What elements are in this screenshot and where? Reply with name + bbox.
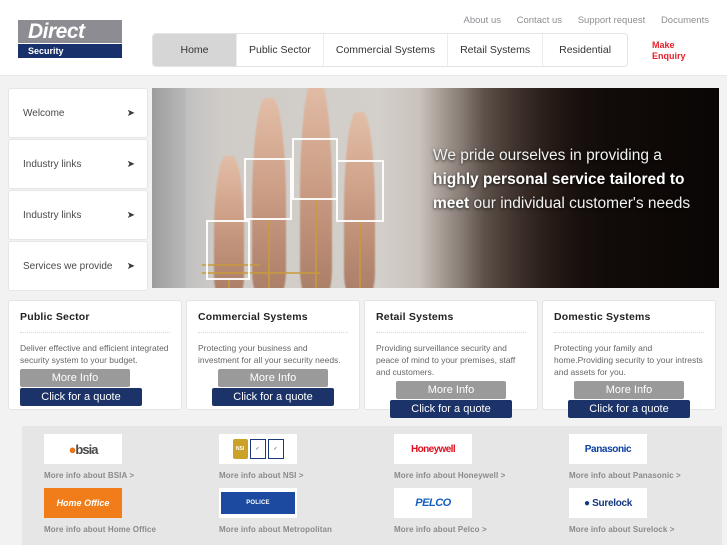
click-for-quote-button[interactable]: Click for a quote bbox=[20, 388, 142, 406]
partner-link-metropolitan[interactable]: More info about Metropolitan bbox=[219, 525, 372, 534]
home-office-logo[interactable]: Home Office bbox=[44, 488, 122, 518]
logo-primary-text: Direct bbox=[18, 20, 122, 43]
partners-row-2: Home Office More info about Home Office … bbox=[22, 480, 722, 534]
sidebar-item-label: Industry links bbox=[23, 209, 82, 221]
sidebar-item-label: Welcome bbox=[23, 107, 65, 119]
hero-row: Welcome ➤ Industry links ➤ Industry link… bbox=[8, 88, 719, 291]
card-title: Commercial Systems bbox=[198, 311, 348, 333]
logo-secondary-text: Security bbox=[18, 44, 122, 58]
card-description: Protecting your business and investment … bbox=[198, 343, 341, 365]
partner-panasonic: Panasonic More info about Panasonic > bbox=[547, 426, 722, 480]
honeywell-logo[interactable]: Honeywell bbox=[394, 434, 472, 464]
nav-item-home[interactable]: Home bbox=[153, 34, 237, 66]
more-info-button[interactable]: More Info bbox=[218, 369, 328, 387]
scan-box-icon bbox=[206, 220, 250, 280]
partner-link-pelco[interactable]: More info about Pelco > bbox=[394, 525, 547, 534]
partner-bsia: ●bsia More info about BSIA > bbox=[22, 426, 197, 480]
card-title: Public Sector bbox=[20, 311, 170, 333]
hero-banner[interactable]: We pride ourselves in providing a highly… bbox=[152, 88, 719, 288]
make-enquiry-line1: Make bbox=[652, 40, 675, 50]
more-info-button[interactable]: More Info bbox=[396, 381, 506, 399]
partner-nsi: NSI ✓ ✓ More info about NSI > bbox=[197, 426, 372, 480]
partner-link-bsia[interactable]: More info about BSIA > bbox=[44, 471, 197, 480]
scan-trace-line bbox=[268, 220, 270, 288]
utility-link-documents[interactable]: Documents bbox=[661, 15, 709, 26]
partner-surelock: ● Surelock More info about Surelock > bbox=[547, 480, 722, 534]
main-nav: Home Public Sector Commercial Systems Re… bbox=[152, 33, 629, 67]
nsi-logo[interactable]: NSI ✓ ✓ bbox=[219, 434, 297, 464]
service-card-commercial-systems: Commercial Systems Protecting your busin… bbox=[186, 300, 360, 410]
hero-tagline: We pride ourselves in providing a highly… bbox=[433, 144, 705, 216]
hero-tagline-part1: We pride ourselves in providing a bbox=[433, 147, 662, 164]
scan-box-icon bbox=[336, 160, 384, 222]
partner-link-panasonic[interactable]: More info about Panasonic > bbox=[569, 471, 722, 480]
service-card-retail-systems: Retail Systems Providing surveillance se… bbox=[364, 300, 538, 418]
service-card-public-sector: Public Sector Deliver effective and effi… bbox=[8, 300, 182, 410]
partner-home-office: Home Office More info about Home Office bbox=[22, 480, 197, 534]
surelock-logo[interactable]: ● Surelock bbox=[569, 488, 647, 518]
panasonic-logo[interactable]: Panasonic bbox=[569, 434, 647, 464]
pelco-logo[interactable]: PELCO bbox=[394, 488, 472, 518]
sidebar-menu: Welcome ➤ Industry links ➤ Industry link… bbox=[8, 88, 148, 291]
arrow-right-icon: ➤ bbox=[126, 260, 135, 272]
make-enquiry-line2: Enquiry bbox=[652, 51, 686, 61]
partner-pelco: PELCO More info about Pelco > bbox=[372, 480, 547, 534]
partners-row-1: ●bsia More info about BSIA > NSI ✓ ✓ More … bbox=[22, 426, 722, 480]
card-description: Protecting your family and home.Providin… bbox=[554, 343, 703, 377]
bsia-logo[interactable]: ●bsia bbox=[44, 434, 122, 464]
page-root: Direct Security About us Contact us Supp… bbox=[0, 0, 727, 545]
hero-left-band bbox=[152, 88, 186, 288]
scan-box-icon bbox=[244, 158, 292, 220]
arrow-right-icon: ➤ bbox=[126, 107, 135, 119]
site-logo[interactable]: Direct Security bbox=[18, 20, 122, 58]
scan-trace-line bbox=[359, 222, 361, 288]
click-for-quote-button[interactable]: Click for a quote bbox=[390, 400, 512, 418]
partner-metropolitan-police: POLICE More info about Metropolitan bbox=[197, 480, 372, 534]
sidebar-item-industry-links-2[interactable]: Industry links ➤ bbox=[8, 190, 148, 240]
partner-link-honeywell[interactable]: More info about Honeywell > bbox=[394, 471, 547, 480]
service-card-domestic-systems: Domestic Systems Protecting your family … bbox=[542, 300, 716, 418]
scan-trace-line bbox=[228, 280, 230, 288]
partner-link-nsi[interactable]: More info about NSI > bbox=[219, 471, 372, 480]
nav-item-commercial-systems[interactable]: Commercial Systems bbox=[323, 34, 449, 66]
nav-item-retail-systems[interactable]: Retail Systems bbox=[448, 34, 544, 66]
nav-item-public-sector[interactable]: Public Sector bbox=[237, 34, 324, 66]
more-info-button[interactable]: More Info bbox=[20, 369, 130, 387]
service-cards: Public Sector Deliver effective and effi… bbox=[8, 300, 719, 418]
site-header: Direct Security About us Contact us Supp… bbox=[0, 0, 727, 76]
header-divider bbox=[0, 75, 727, 76]
card-description: Deliver effective and efficient integrat… bbox=[20, 343, 169, 365]
more-info-button[interactable]: More Info bbox=[574, 381, 684, 399]
sidebar-item-label: Services we provide bbox=[23, 260, 113, 272]
card-title: Domestic Systems bbox=[554, 311, 704, 333]
utility-link-about-us[interactable]: About us bbox=[463, 15, 501, 26]
partner-link-home-office[interactable]: More info about Home Office bbox=[44, 525, 197, 534]
arrow-right-icon: ➤ bbox=[126, 158, 135, 170]
utility-link-contact-us[interactable]: Contact us bbox=[517, 15, 562, 26]
card-description: Providing surveillance security and peac… bbox=[376, 343, 516, 377]
utility-nav: About us Contact us Support request Docu… bbox=[450, 15, 709, 26]
card-title: Retail Systems bbox=[376, 311, 526, 333]
nav-item-residential[interactable]: Residential bbox=[543, 34, 628, 66]
partners-section: ●bsia More info about BSIA > NSI ✓ ✓ More … bbox=[22, 426, 722, 545]
hero-tagline-part2: our individual customer's needs bbox=[469, 195, 691, 212]
partner-link-surelock[interactable]: More info about Surelock > bbox=[569, 525, 722, 534]
scan-trace-line bbox=[315, 200, 317, 288]
click-for-quote-button[interactable]: Click for a quote bbox=[212, 388, 334, 406]
arrow-right-icon: ➤ bbox=[126, 209, 135, 221]
sidebar-item-welcome[interactable]: Welcome ➤ bbox=[8, 88, 148, 138]
sidebar-item-label: Industry links bbox=[23, 158, 82, 170]
scan-box-icon bbox=[292, 138, 338, 200]
sidebar-item-services-we-provide[interactable]: Services we provide ➤ bbox=[8, 241, 148, 291]
metropolitan-police-logo[interactable]: POLICE bbox=[219, 488, 297, 518]
click-for-quote-button[interactable]: Click for a quote bbox=[568, 400, 690, 418]
sidebar-item-industry-links-1[interactable]: Industry links ➤ bbox=[8, 139, 148, 189]
make-enquiry-button[interactable]: Make Enquiry bbox=[652, 40, 686, 62]
utility-link-support-request[interactable]: Support request bbox=[578, 15, 646, 26]
partner-honeywell: Honeywell More info about Honeywell > bbox=[372, 426, 547, 480]
